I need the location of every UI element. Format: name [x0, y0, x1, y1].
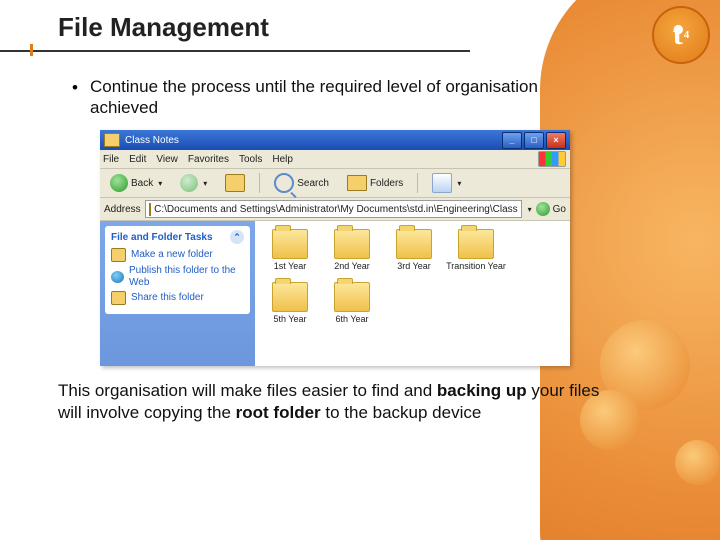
- folder-item[interactable]: 2nd Year: [322, 229, 382, 272]
- explorer-window: Class Notes _ □ × File Edit View Favorit…: [100, 130, 570, 366]
- views-button[interactable]: ▾: [426, 170, 467, 196]
- para-text: This organisation will make files easier…: [58, 381, 437, 400]
- titlebar: Class Notes _ □ ×: [100, 130, 570, 150]
- search-icon: [274, 173, 294, 193]
- folders-icon: [347, 175, 367, 191]
- maximize-button[interactable]: □: [524, 132, 544, 149]
- task-label: Make a new folder: [131, 249, 213, 261]
- tasks-header-label: File and Folder Tasks: [111, 232, 213, 243]
- share-folder-icon: [111, 291, 126, 305]
- go-label: Go: [553, 204, 566, 215]
- go-button[interactable]: Go: [536, 202, 566, 216]
- back-icon: [110, 174, 128, 192]
- forward-button[interactable]: ▾: [174, 171, 213, 195]
- folder-icon: [272, 282, 308, 312]
- forward-icon: [180, 174, 198, 192]
- folder-icon: [458, 229, 494, 259]
- menu-tools[interactable]: Tools: [239, 154, 262, 165]
- address-field[interactable]: C:\Documents and Settings\Administrator\…: [145, 200, 522, 218]
- task-publish[interactable]: Publish this folder to the Web: [111, 265, 244, 288]
- menu-view[interactable]: View: [156, 154, 178, 165]
- folder-label: 6th Year: [335, 315, 368, 325]
- chevron-down-icon: ▾: [203, 179, 207, 188]
- folder-icon: [149, 203, 151, 216]
- back-label: Back: [131, 178, 153, 189]
- logo-sup: 4: [684, 29, 690, 41]
- menu-edit[interactable]: Edit: [129, 154, 146, 165]
- folders-button[interactable]: Folders: [341, 172, 409, 194]
- separator: [417, 173, 418, 193]
- title-tick: [30, 44, 33, 56]
- address-path: C:\Documents and Settings\Administrator\…: [154, 204, 518, 215]
- back-button[interactable]: Back ▾: [104, 171, 168, 195]
- chevron-down-icon: ▾: [457, 179, 461, 188]
- logo-letter: t: [673, 18, 683, 52]
- chevron-down-icon[interactable]: ▾: [528, 205, 532, 214]
- folder-icon: [396, 229, 432, 259]
- globe-icon: [111, 271, 124, 283]
- search-label: Search: [297, 178, 329, 189]
- bullet-marker: •: [72, 78, 78, 98]
- windows-flag-icon: [538, 151, 566, 167]
- folders-label: Folders: [370, 178, 403, 189]
- folder-label: 3rd Year: [397, 262, 431, 272]
- folder-item[interactable]: 6th Year: [322, 282, 382, 325]
- task-label: Share this folder: [131, 292, 204, 304]
- tasks-header[interactable]: File and Folder Tasks ⌃: [111, 230, 244, 244]
- folder-content: 1st Year 2nd Year 3rd Year Transition Ye…: [255, 221, 570, 366]
- collapse-icon: ⌃: [230, 230, 244, 244]
- views-icon: [432, 173, 452, 193]
- new-folder-icon: [111, 248, 126, 262]
- folder-item[interactable]: Transition Year: [446, 229, 506, 272]
- menu-help[interactable]: Help: [272, 154, 293, 165]
- menubar: File Edit View Favorites Tools Help: [100, 150, 570, 169]
- title-underline: [0, 50, 470, 52]
- search-button[interactable]: Search: [268, 170, 335, 196]
- explorer-body: File and Folder Tasks ⌃ Make a new folde…: [100, 221, 570, 366]
- address-bar: Address C:\Documents and Settings\Admini…: [100, 198, 570, 221]
- folder-icon: [334, 229, 370, 259]
- tasks-box: File and Folder Tasks ⌃ Make a new folde…: [105, 226, 250, 314]
- task-share[interactable]: Share this folder: [111, 291, 244, 305]
- folder-label: 5th Year: [273, 315, 306, 325]
- folder-icon: [334, 282, 370, 312]
- tasks-panel: File and Folder Tasks ⌃ Make a new folde…: [100, 221, 255, 366]
- para-bold: backing up: [437, 381, 527, 400]
- bullet-text: Continue the process until the required …: [90, 76, 560, 119]
- up-folder-icon: [225, 174, 245, 192]
- folder-icon: [272, 229, 308, 259]
- folder-item[interactable]: 3rd Year: [384, 229, 444, 272]
- separator: [259, 173, 260, 193]
- menu-favorites[interactable]: Favorites: [188, 154, 229, 165]
- bottom-paragraph: This organisation will make files easier…: [58, 380, 618, 424]
- up-button[interactable]: [219, 171, 251, 195]
- para-text: to the backup device: [321, 403, 482, 422]
- menu-file[interactable]: File: [103, 154, 119, 165]
- folder-icon: [104, 133, 120, 147]
- minimize-button[interactable]: _: [502, 132, 522, 149]
- address-label: Address: [104, 204, 141, 215]
- folder-label: 1st Year: [274, 262, 307, 272]
- toolbar: Back ▾ ▾ Search Folders ▾: [100, 169, 570, 198]
- task-new-folder[interactable]: Make a new folder: [111, 248, 244, 262]
- slide: t4 File Management • Continue the proces…: [0, 0, 720, 540]
- t4-logo: t4: [652, 6, 710, 64]
- chevron-down-icon: ▾: [158, 179, 162, 188]
- go-icon: [536, 202, 550, 216]
- window-title: Class Notes: [125, 135, 179, 146]
- folder-label: Transition Year: [446, 262, 506, 272]
- close-button[interactable]: ×: [546, 132, 566, 149]
- folder-item[interactable]: 5th Year: [260, 282, 320, 325]
- slide-title: File Management: [58, 12, 269, 43]
- para-bold: root folder: [236, 403, 321, 422]
- folder-label: 2nd Year: [334, 262, 370, 272]
- folder-item[interactable]: 1st Year: [260, 229, 320, 272]
- task-label: Publish this folder to the Web: [129, 265, 244, 288]
